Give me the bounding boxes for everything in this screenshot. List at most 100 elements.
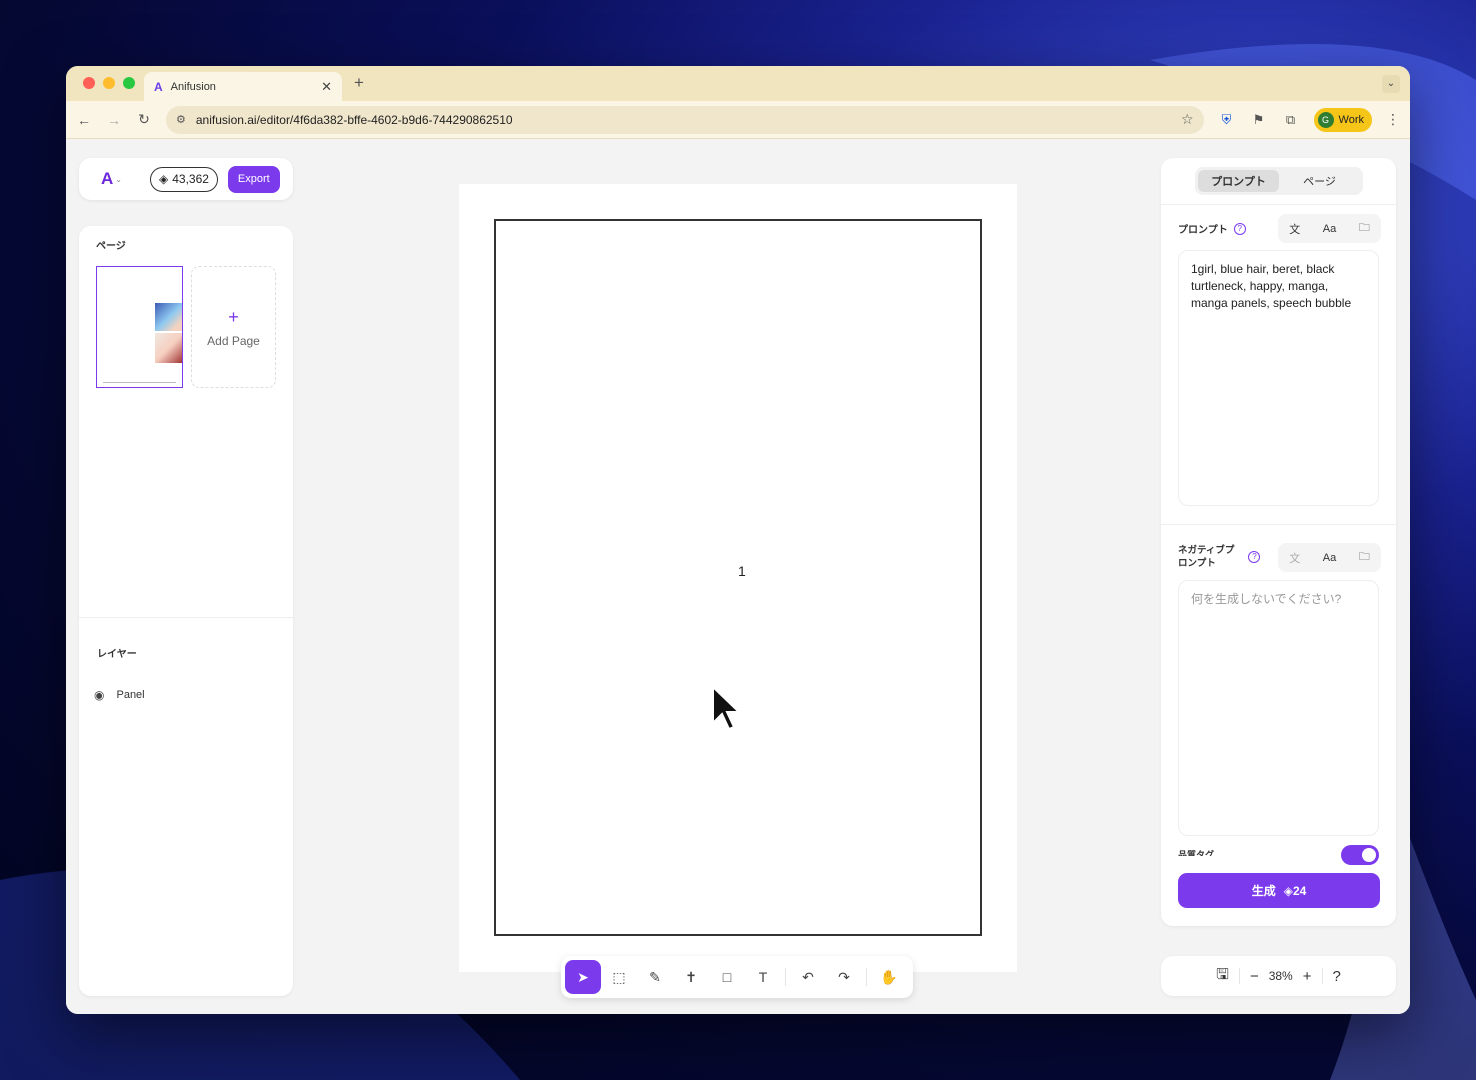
marquee-icon[interactable]: ⬚ [601, 960, 637, 994]
help-icon[interactable]: ? [1233, 222, 1246, 235]
divider [1321, 968, 1323, 984]
anifusion-logo-icon[interactable]: A [101, 169, 113, 189]
minimize-window-button[interactable] [103, 77, 115, 89]
tab-strip: A Anifusion ✕ + ⌄ [66, 66, 1410, 101]
zoom-out-button[interactable]: − [1250, 968, 1259, 985]
brush-icon[interactable]: ✎ [637, 960, 673, 994]
canvas-area[interactable]: 1 [459, 184, 1017, 972]
profile-label: Work [1338, 113, 1364, 126]
layer-item[interactable]: ◉ Panel [94, 688, 145, 702]
folder-icon[interactable]: 🗀 [1359, 219, 1370, 238]
divider [79, 617, 293, 618]
help-icon[interactable]: ? [1248, 551, 1261, 563]
address-bar-row: ← → ↻ ⚙ anifusion.ai/editor/4f6da382-bff… [66, 101, 1410, 139]
manga-panel[interactable]: 1 [494, 219, 982, 936]
generate-label: 生成 [1251, 884, 1276, 898]
browser-window: A Anifusion ✕ + ⌄ ← → ↻ ⚙ anifusion.ai/e… [66, 66, 1410, 1014]
negative-prompt-input[interactable]: 何を生成しないでください? [1178, 580, 1379, 836]
plus-icon: + [228, 306, 239, 327]
maximize-window-button[interactable] [123, 77, 135, 89]
credits-count: 43,362 [172, 172, 209, 186]
add-page-button[interactable]: + Add Page [191, 266, 276, 388]
back-icon[interactable]: ← [76, 112, 92, 128]
save-icon[interactable]: 🖫 [1216, 964, 1229, 989]
negative-prompt-label-line1: ネガティブプ [1178, 545, 1235, 556]
help-icon[interactable]: ? [1333, 968, 1341, 985]
divider [1161, 524, 1396, 525]
undo-icon[interactable]: ↶ [790, 960, 826, 994]
new-tab-button[interactable]: + [354, 73, 364, 93]
site-settings-icon[interactable]: ⚙ [176, 113, 186, 126]
select-icon[interactable]: ➤ [565, 960, 601, 994]
window-controls [83, 77, 135, 89]
tab-title: Anifusion [170, 80, 216, 93]
text-format-icon[interactable]: Aa [1323, 552, 1336, 564]
profile-button[interactable]: G Work [1313, 107, 1372, 132]
close-window-button[interactable] [83, 77, 95, 89]
add-page-label: Add Page [207, 333, 260, 348]
app-header-card: A ⌄ ◈ 43,362 Export [79, 158, 293, 200]
close-tab-icon[interactable]: ✕ [321, 79, 332, 95]
pose-icon[interactable]: ✝ [673, 960, 709, 994]
text-icon[interactable]: T [745, 960, 781, 994]
divider [785, 968, 786, 986]
extensions-puzzle-icon[interactable]: ⧉ [1282, 112, 1300, 128]
hand-icon[interactable]: ✋ [871, 960, 907, 994]
browser-menu-icon[interactable]: ⋮ [1386, 111, 1400, 128]
tab-search-button[interactable]: ⌄ [1382, 75, 1400, 93]
prompt-label: プロンプト [1178, 225, 1228, 236]
folder-icon[interactable]: 🗀 [1359, 548, 1370, 567]
left-panel: ページ + Add Page レイヤー ◉ Panel [79, 226, 293, 996]
text-format-icon[interactable]: Aa [1323, 223, 1336, 235]
panel-number: 1 [738, 563, 746, 579]
layer-label: Panel [116, 689, 145, 701]
zoom-level[interactable]: 38% [1269, 969, 1293, 983]
pages-title: ページ [96, 241, 126, 252]
browser-tab[interactable]: A Anifusion ✕ [144, 72, 342, 101]
address-bar[interactable]: ⚙ anifusion.ai/editor/4f6da382-bffe-4602… [166, 105, 1204, 134]
forward-icon[interactable]: → [106, 112, 122, 128]
negative-prompt-tools: 文 Aa 🗀 [1278, 543, 1381, 572]
divider [866, 968, 867, 986]
zoom-controls: 🖫 − 38% + ? [1161, 956, 1396, 996]
generate-cost-value: 24 [1292, 883, 1307, 898]
mouse-cursor-icon [712, 685, 741, 731]
zoom-in-button[interactable]: + [1303, 968, 1312, 985]
divider [1161, 204, 1396, 205]
thumbnail-image [155, 333, 182, 363]
negative-prompt-label-line2: ロンプト [1178, 558, 1216, 569]
prompt-tools: 文 Aa 🗀 [1278, 214, 1381, 243]
editor-app: A ⌄ ◈ 43,362 Export ページ + Add Page レイヤー … [66, 140, 1410, 1014]
extension-icon[interactable]: ⚑ [1250, 112, 1268, 128]
generate-button[interactable]: 生成 ◈24 [1178, 873, 1380, 908]
bitwarden-extension-icon[interactable]: ⛨ [1218, 112, 1236, 128]
translate-icon[interactable]: 文 [1289, 550, 1300, 566]
prompt-input[interactable]: 1girl, blue hair, beret, black turtlenec… [1178, 250, 1379, 506]
chevron-down-icon[interactable]: ⌄ [115, 175, 122, 184]
profile-avatar: G [1317, 111, 1334, 128]
export-button[interactable]: Export [227, 165, 280, 193]
reload-icon[interactable]: ↻ [136, 111, 152, 128]
credits-badge[interactable]: ◈ 43,362 [149, 166, 218, 192]
thumbnail-image [155, 303, 182, 331]
eye-icon[interactable]: ◉ [94, 688, 104, 702]
layers-title: レイヤー [97, 649, 137, 660]
tab-prompt[interactable]: プロンプト [1198, 170, 1279, 192]
generate-cost: ◈24 [1284, 884, 1307, 898]
rectangle-icon[interactable]: □ [709, 960, 745, 994]
page-thumbnail[interactable] [96, 266, 183, 388]
quality-tags-toggle[interactable] [1341, 845, 1379, 865]
url-text[interactable]: anifusion.ai/editor/4f6da382-bffe-4602-b… [196, 113, 1171, 127]
anifusion-logo-icon: A [154, 79, 163, 94]
translate-icon[interactable]: 文 [1289, 221, 1300, 237]
tab-page[interactable]: ページ [1279, 170, 1360, 192]
quality-tags-label: 品質タグ [1178, 850, 1215, 856]
panel-tabs: プロンプト ページ [1195, 167, 1363, 195]
right-panel: プロンプト ページ プロンプト ? 文 Aa 🗀 1girl, blue hai… [1161, 158, 1396, 926]
redo-icon[interactable]: ↷ [826, 960, 862, 994]
drawing-toolbar: ➤ ⬚ ✎ ✝ □ T ↶ ↷ ✋ [561, 956, 913, 998]
bookmark-star-icon[interactable]: ☆ [1181, 111, 1194, 128]
divider [103, 382, 176, 383]
negative-prompt-label: ネガティブプ ロンプト [1178, 544, 1234, 570]
prompt-header: プロンプト ? [1178, 221, 1246, 236]
